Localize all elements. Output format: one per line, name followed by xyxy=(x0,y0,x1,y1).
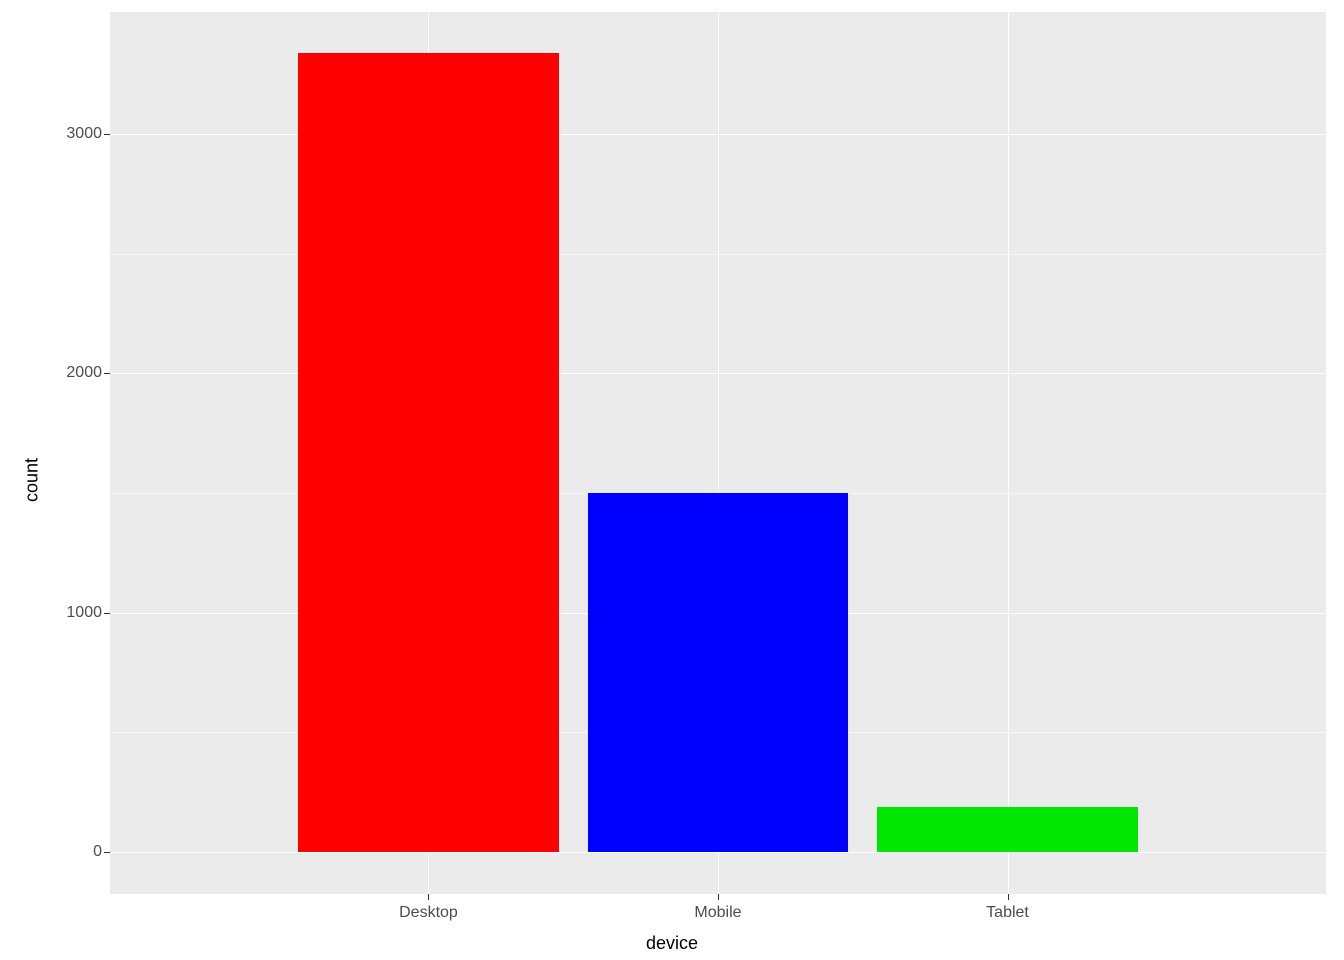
xtick-label: Tablet xyxy=(986,904,1029,922)
x-axis-label: device xyxy=(646,933,698,954)
chart-root: count device 0100020003000DesktopMobileT… xyxy=(0,0,1344,960)
xtick-label: Mobile xyxy=(694,904,741,922)
ytick-mark xyxy=(104,373,110,374)
y-axis-label: count xyxy=(22,458,43,502)
ytick-label: 2000 xyxy=(66,364,102,382)
xtick-mark xyxy=(718,894,719,900)
xtick-label: Desktop xyxy=(399,904,458,922)
ytick-label: 0 xyxy=(93,843,102,861)
plot-panel: 0100020003000DesktopMobileTablet xyxy=(110,12,1326,894)
ytick-mark xyxy=(104,852,110,853)
ytick-mark xyxy=(104,134,110,135)
bar-mobile xyxy=(588,493,849,852)
ytick-label: 1000 xyxy=(66,604,102,622)
ytick-mark xyxy=(104,613,110,614)
bar-tablet xyxy=(877,807,1138,852)
xtick-mark xyxy=(428,894,429,900)
gridline-v xyxy=(1008,12,1009,894)
xtick-mark xyxy=(1008,894,1009,900)
bar-desktop xyxy=(298,53,559,852)
ytick-label: 3000 xyxy=(66,125,102,143)
